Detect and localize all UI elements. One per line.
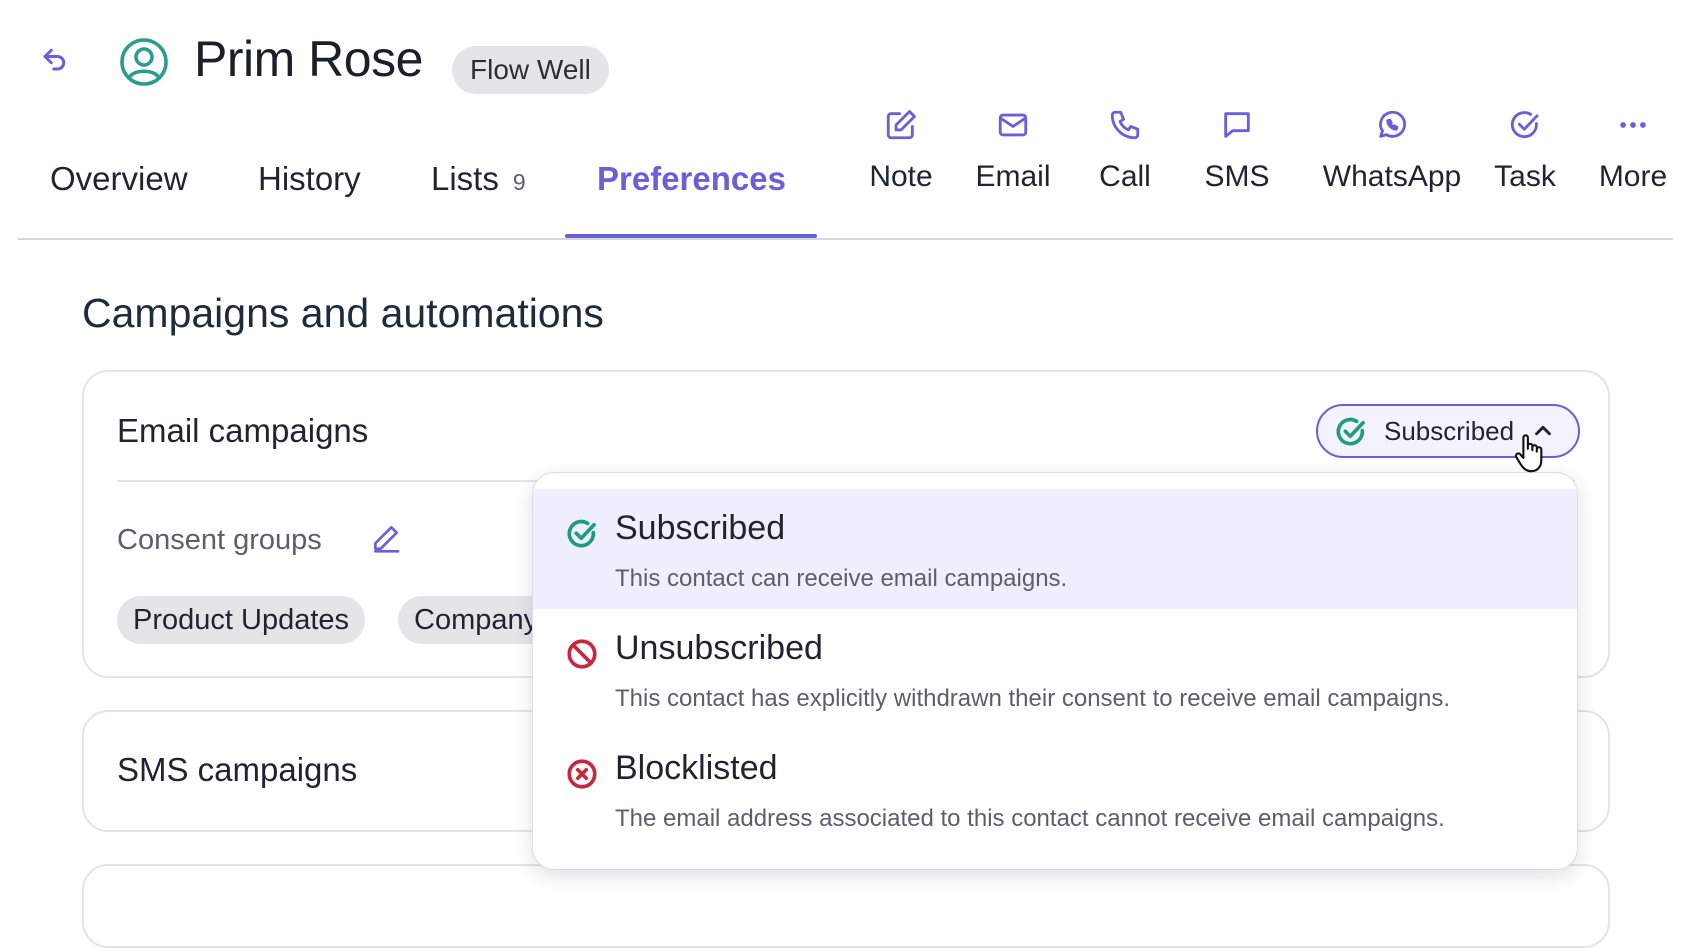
option-subscribed[interactable]: Subscribed This contact can receive emai… bbox=[533, 489, 1577, 609]
email-campaigns-title: Email campaigns bbox=[117, 412, 369, 449]
check-circle-icon bbox=[1334, 415, 1368, 449]
option-blocklisted[interactable]: Blocklisted The email address associated… bbox=[533, 729, 1577, 849]
status-dropdown-menu: Subscribed This contact can receive emai… bbox=[532, 472, 1578, 870]
section-title: Campaigns and automations bbox=[82, 290, 604, 336]
back-button[interactable] bbox=[40, 44, 70, 74]
user-circle-icon bbox=[120, 38, 168, 86]
tab-history[interactable]: History bbox=[258, 160, 361, 198]
ban-icon bbox=[565, 637, 599, 671]
action-note[interactable]: Note bbox=[846, 108, 956, 194]
consent-groups-label: Consent groups bbox=[117, 524, 322, 556]
edit-icon bbox=[884, 108, 918, 142]
tab-preferences[interactable]: Preferences bbox=[597, 160, 786, 198]
tab-lists[interactable]: Lists 9 bbox=[431, 160, 526, 198]
avatar bbox=[118, 36, 170, 88]
action-whatsapp[interactable]: WhatsApp bbox=[1322, 108, 1462, 194]
chat-icon bbox=[1220, 108, 1254, 142]
action-task[interactable]: Task bbox=[1470, 108, 1580, 194]
more-icon bbox=[1616, 108, 1650, 142]
tabs-divider bbox=[18, 238, 1673, 240]
phone-icon bbox=[1108, 108, 1142, 142]
action-more[interactable]: More bbox=[1578, 108, 1688, 194]
check-circle-icon bbox=[565, 517, 599, 551]
tab-overview[interactable]: Overview bbox=[50, 160, 188, 198]
action-email[interactable]: Email bbox=[958, 108, 1068, 194]
action-sms[interactable]: SMS bbox=[1182, 108, 1292, 194]
pencil-icon bbox=[374, 526, 400, 553]
option-unsubscribed[interactable]: Unsubscribed This contact has explicitly… bbox=[533, 609, 1577, 729]
lists-count: 9 bbox=[512, 169, 526, 195]
x-circle-icon bbox=[565, 757, 599, 791]
edit-consent-button[interactable] bbox=[370, 522, 402, 554]
sms-campaigns-title: SMS campaigns bbox=[117, 751, 358, 788]
contact-name: Prim Rose bbox=[194, 31, 423, 87]
back-arrow-icon bbox=[43, 48, 66, 71]
next-card bbox=[82, 864, 1610, 948]
consent-group-pill: Product Updates bbox=[117, 596, 366, 644]
action-call[interactable]: Call bbox=[1070, 108, 1180, 194]
mail-icon bbox=[996, 108, 1030, 142]
whatsapp-icon bbox=[1375, 108, 1409, 142]
hand-cursor-icon bbox=[1512, 432, 1548, 476]
company-badge[interactable]: Flow Well bbox=[452, 46, 609, 94]
check-circle-icon bbox=[1508, 108, 1542, 142]
email-status-value: Subscribed bbox=[1384, 416, 1515, 446]
